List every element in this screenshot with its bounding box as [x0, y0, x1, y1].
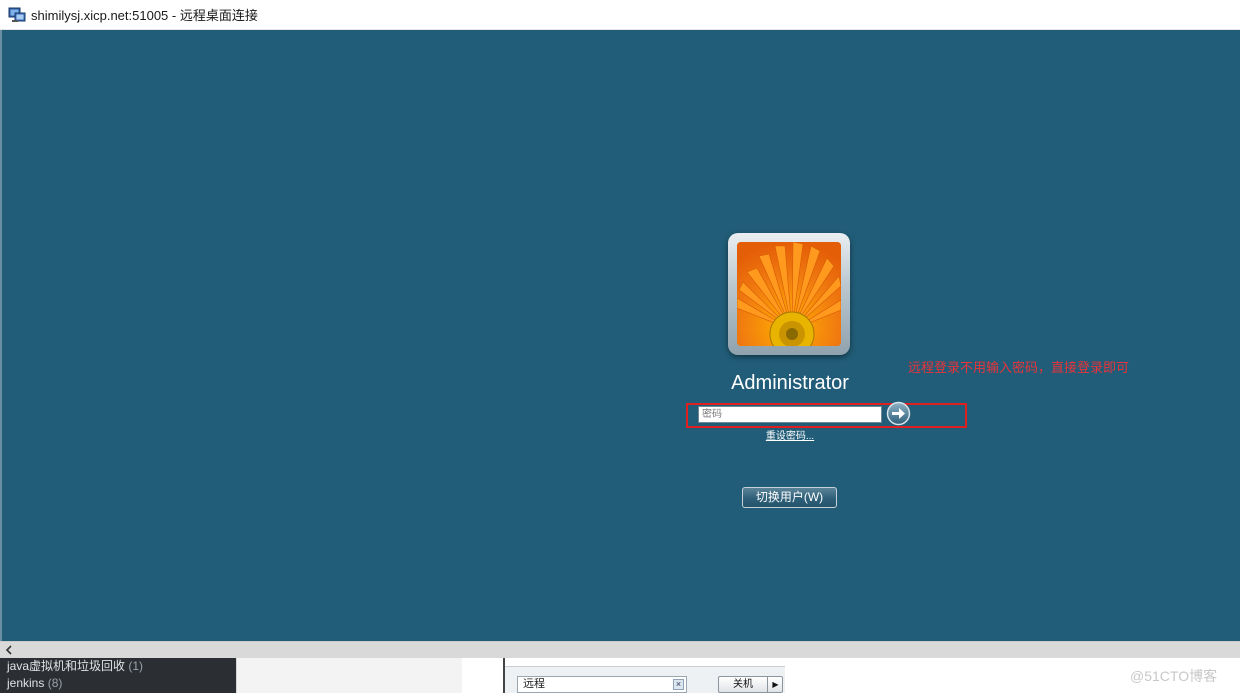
watermark: @51CTO博客	[1130, 668, 1218, 684]
list-item[interactable]: java虚拟机和垃圾回收 (1)	[7, 658, 236, 675]
underlying-desktop-strip: java虚拟机和垃圾回收 (1) jenkins (8) 远程 × 关机 ▶ @…	[0, 658, 1240, 693]
switch-user-button[interactable]: 切换用户(W)	[742, 487, 837, 508]
annotation-text: 远程登录不用输入密码，直接登录即可	[908, 361, 1130, 376]
start-menu-panel: 远程 × 关机 ▶	[505, 666, 785, 693]
list-item[interactable]: jenkins (8)	[7, 675, 236, 692]
blank-panel	[462, 658, 504, 693]
window-title: shimilysj.xicp.net:51005 - 远程桌面连接	[31, 8, 258, 23]
remote-desktop-screen	[2, 30, 1240, 641]
horizontal-scrollbar[interactable]	[0, 641, 1240, 658]
remote-desktop-icon	[8, 6, 26, 24]
close-icon[interactable]: ×	[673, 679, 684, 690]
flower-picture-icon	[737, 242, 841, 346]
arrow-right-icon	[886, 401, 911, 426]
user-avatar	[728, 233, 850, 355]
login-submit-button[interactable]	[886, 401, 911, 426]
window-title-bar: shimilysj.xicp.net:51005 - 远程桌面连接	[0, 0, 1240, 30]
empty-panel	[236, 658, 462, 693]
category-sidebar: java虚拟机和垃圾回收 (1) jenkins (8)	[0, 658, 236, 693]
reset-password-link[interactable]: 重设密码...	[740, 427, 840, 442]
start-search-input[interactable]: 远程 ×	[517, 676, 687, 693]
triangle-right-icon[interactable]: ▶	[767, 677, 783, 692]
password-input[interactable]	[698, 406, 882, 423]
shutdown-button[interactable]: 关机 ▶	[718, 676, 783, 693]
chevron-left-icon[interactable]	[0, 642, 17, 658]
username-label: Administrator	[731, 372, 849, 394]
screen: shimilysj.xicp.net:51005 - 远程桌面连接 Admini…	[0, 0, 1240, 693]
